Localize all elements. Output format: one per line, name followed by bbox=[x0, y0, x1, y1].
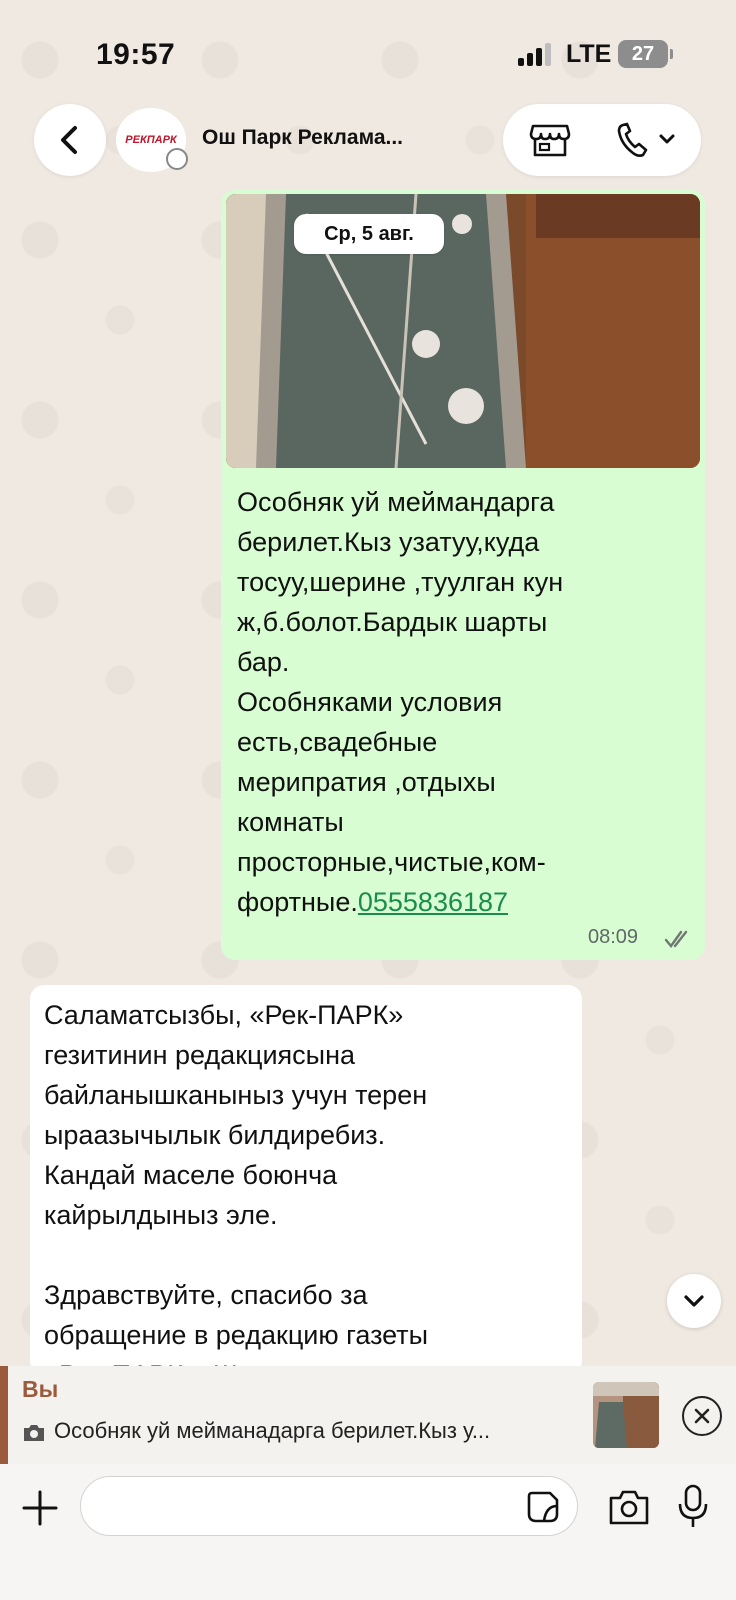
reply-author: Вы bbox=[22, 1376, 59, 1402]
message-line: фортные.0555836187 bbox=[237, 882, 697, 922]
reply-thumbnail-image bbox=[593, 1382, 659, 1448]
status-bar: 19:57 LTE 27 bbox=[0, 0, 736, 100]
message-line: берилет.Кыз узатуу,куда bbox=[237, 527, 540, 557]
message-line: бар. bbox=[237, 647, 290, 677]
close-icon bbox=[694, 1408, 710, 1424]
disappearing-timer-icon bbox=[166, 148, 188, 170]
phone-number-link[interactable]: 0555836187 bbox=[358, 887, 508, 917]
store-icon[interactable] bbox=[529, 122, 571, 158]
chevron-down-icon bbox=[684, 1295, 704, 1307]
message-line: просторные,чистые,ком- bbox=[237, 847, 546, 877]
message-line: комнаты bbox=[237, 807, 344, 837]
message-line: Особняками условия bbox=[237, 687, 503, 717]
reply-thumbnail bbox=[593, 1382, 659, 1448]
chat-header[interactable]: РЕКПАРК Ош Парк Реклама... bbox=[116, 104, 486, 176]
microphone-icon[interactable] bbox=[676, 1484, 710, 1530]
date-separator: Ср, 5 авг. bbox=[294, 214, 444, 254]
incoming-message-bubble[interactable]: Саламатсызбы, «Рек-ПАРК» гезитинин редак… bbox=[30, 985, 582, 1375]
reply-accent-bar bbox=[0, 1366, 8, 1464]
chevron-left-icon bbox=[61, 126, 77, 154]
network-label: LTE bbox=[566, 40, 612, 68]
incoming-message-text: Саламатсызбы, «Рек-ПАРК» гезитинин редак… bbox=[44, 995, 564, 1375]
plus-icon[interactable] bbox=[18, 1486, 62, 1530]
signal-icon bbox=[518, 42, 556, 66]
message-line: ж,б.болот.Бардык шарты bbox=[237, 607, 548, 637]
sticker-icon[interactable] bbox=[526, 1490, 560, 1524]
avatar-logo-text: РЕКПАРК bbox=[125, 134, 177, 146]
header-actions bbox=[503, 104, 701, 176]
status-time: 19:57 bbox=[96, 38, 176, 71]
close-reply-button[interactable] bbox=[682, 1396, 722, 1436]
message-input[interactable] bbox=[80, 1476, 578, 1536]
message-time: 08:09 bbox=[588, 926, 639, 948]
incoming-paragraph-ky: Саламатсызбы, «Рек-ПАРК» гезитинин редак… bbox=[44, 1000, 428, 1230]
incoming-paragraph-ru: Здравствуйте, спасибо за обращение в ред… bbox=[44, 1280, 429, 1375]
back-button[interactable] bbox=[34, 104, 106, 176]
scroll-to-bottom-button[interactable] bbox=[667, 1274, 721, 1328]
message-composer bbox=[0, 1464, 736, 1600]
battery-icon: 27 bbox=[618, 40, 673, 68]
outgoing-message-text: Особняк уй меймандарга берилет.Кыз узату… bbox=[237, 482, 697, 922]
message-line: есть,свадебные bbox=[237, 727, 438, 757]
message-line: мерипратия ,отдыхы bbox=[237, 767, 496, 797]
chat-title[interactable]: Ош Парк Реклама... bbox=[202, 126, 403, 150]
photo-icon bbox=[24, 1425, 44, 1441]
message-line: Особняк уй меймандарга bbox=[237, 487, 555, 517]
reply-preview: Вы Особняк уй мейманадарга берилет.Кыз у… bbox=[0, 1366, 736, 1464]
reply-text: Особняк уй мейманадарга берилет.Кыз у... bbox=[54, 1418, 491, 1443]
read-ticks-icon bbox=[664, 930, 688, 948]
message-line: тосуу,шерине ,туулган кун bbox=[237, 567, 564, 597]
camera-icon[interactable] bbox=[608, 1488, 650, 1526]
message-line-prefix: фортные. bbox=[237, 887, 358, 917]
call-icon[interactable] bbox=[615, 120, 679, 160]
